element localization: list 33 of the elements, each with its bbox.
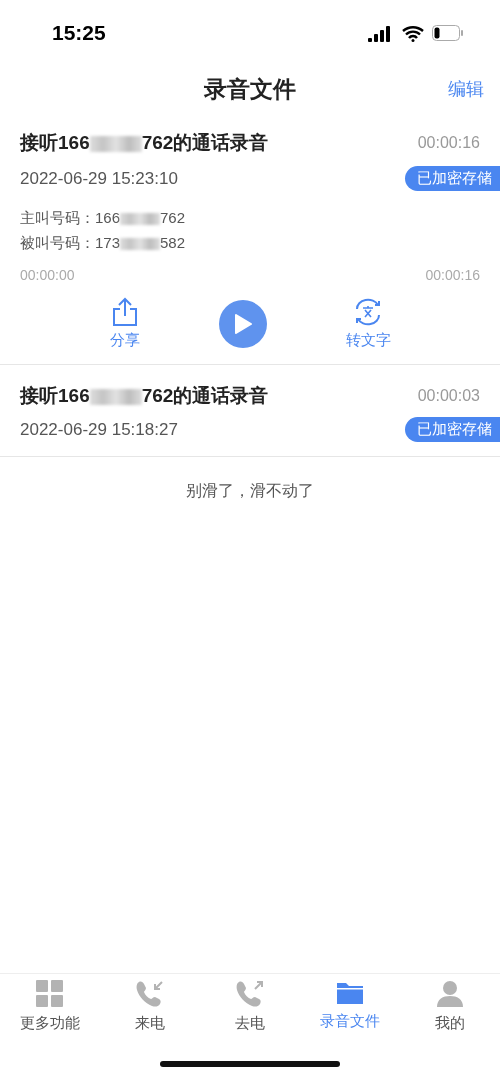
edit-link[interactable]: 编辑: [448, 77, 484, 101]
page-title: 录音文件: [204, 74, 296, 104]
recording-datetime: 2022-06-29 15:18:27: [20, 419, 178, 440]
recording-title: 接听166 762的通话录音: [20, 384, 269, 408]
recording-card[interactable]: 接听166 762的通话录音 00:00:16 2022-06-29 15:23:10 已加密存储 主叫号码：166 762 被叫号码：173 582 00:00:00 00:00:16 分享 转文字: [0, 112, 500, 365]
encrypted-badge: 已加密存储: [405, 166, 500, 191]
incoming-call-icon: [135, 980, 165, 1008]
tab-bar-item[interactable]: 我的: [400, 974, 500, 1046]
phone-number: 被叫号码：173 582: [20, 234, 187, 253]
play-icon: [233, 312, 252, 335]
tab-bar-item[interactable]: 更多功能: [0, 974, 100, 1046]
share-button[interactable]: 分享: [109, 297, 140, 350]
recording-title: 接听166 762的通话录音: [20, 131, 269, 155]
grid-icon: [36, 980, 64, 1008]
person-icon: [436, 980, 464, 1008]
status-time: 15:25: [52, 21, 106, 45]
outgoing-call-icon: [235, 980, 265, 1008]
transcribe-button[interactable]: 转文字: [345, 297, 391, 350]
recording-card[interactable]: 接听166 762的通话录音 00:00:03 2022-06-29 15:18:27 已加密存储: [0, 365, 500, 457]
tab-bar-item[interactable]: 去电: [200, 974, 300, 1046]
duration: 00:00:16: [417, 134, 480, 152]
phone-number: 主叫号码：166 762: [20, 209, 187, 228]
recording-datetime: 2022-06-29 15:23:10: [20, 168, 178, 189]
elapsed-time: 00:00:00: [20, 267, 75, 283]
folder-icon: [336, 980, 364, 1006]
encrypted-badge: 已加密存储: [405, 417, 500, 442]
wifi-icon: [402, 24, 424, 42]
battery-icon: [432, 25, 464, 41]
tab-bar-item[interactable]: 录音文件: [300, 974, 400, 1046]
duration: 00:00:03: [417, 387, 480, 405]
total-time: 00:00:16: [425, 267, 480, 283]
end-of-list-note: 别滑了，滑不动了: [186, 481, 314, 500]
tab-bar-item[interactable]: 来电: [100, 974, 200, 1046]
